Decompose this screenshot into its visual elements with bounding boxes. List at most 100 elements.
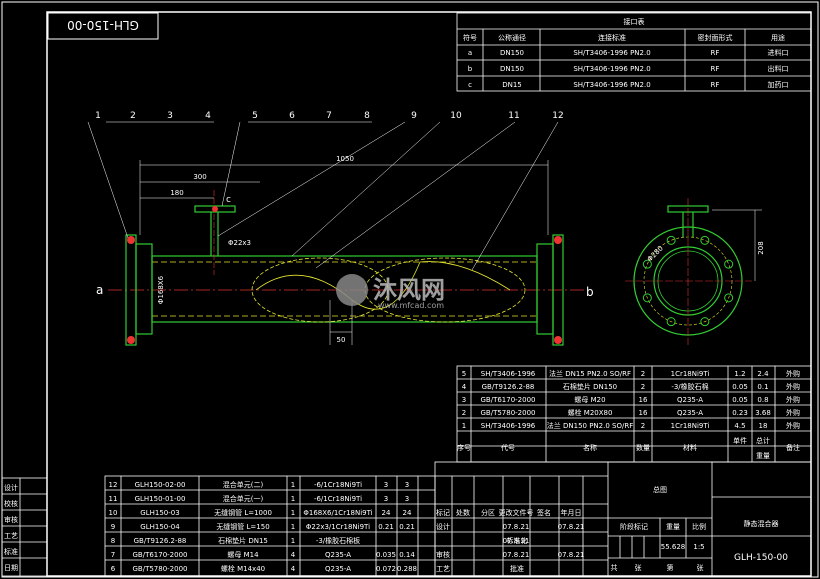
parts-upper-cell: SH/T3406-1996	[481, 370, 536, 378]
parts-header-cell: 单件	[733, 436, 747, 445]
nozzle-header-cell: 密封面形式	[698, 33, 733, 42]
balloon-6: 6	[289, 111, 295, 121]
balloon-leaders	[87, 121, 559, 271]
parts-lower-cell: 混合单元(一)	[223, 494, 264, 503]
parts-lower-cell: 8	[111, 537, 115, 545]
parts-header-cell: 序号	[457, 443, 471, 452]
parts-upper-cell: 外购	[786, 408, 800, 417]
parts-lower-cell: 螺栓 M14x40	[221, 564, 265, 573]
parts-upper-cell: 1Cr18Ni9Ti	[671, 370, 710, 378]
parts-lower-cell: Q235-A	[325, 551, 351, 559]
balloon-11: 11	[508, 111, 519, 121]
nozzle-table-cell: 加药口	[768, 80, 789, 89]
balloon-2: 2	[130, 111, 136, 121]
role-label: 设计	[436, 522, 450, 531]
parts-lower-cell: Q235-A	[325, 565, 351, 573]
balloon-12: 12	[552, 111, 563, 121]
parts-lower-cell: 3	[405, 481, 409, 489]
parts-upper-cell: 外购	[786, 395, 800, 404]
nozzle-header-cell: 符号	[463, 33, 477, 42]
signoff-date: 07.8.21	[558, 523, 585, 531]
parts-lower-cell: 12	[109, 481, 118, 489]
parts-header-cell: 备注	[786, 443, 800, 452]
balloon-9: 9	[411, 111, 417, 121]
parts-upper-cell: 外购	[786, 382, 800, 391]
balloon-3: 3	[167, 111, 173, 121]
parts-upper-cell: 石棉垫片 DN150	[563, 382, 617, 391]
title-stage-label: 阶段标记	[620, 522, 648, 531]
parts-lower-cell: GLH150-01-00	[135, 495, 186, 503]
parts-lower-cell: 0.14	[399, 551, 415, 559]
label-outlet: b	[586, 285, 594, 299]
parts-header-weight: 重量	[756, 452, 770, 460]
parts-header-cell: 数量	[636, 443, 650, 452]
dim-pipe-dia: Φ168X6	[157, 275, 165, 304]
nozzle-table-cell: SH/T3406-1996 PN2.0	[573, 49, 650, 57]
balloon-4: 4	[205, 111, 211, 121]
parts-lower-cell: 混合单元(二)	[223, 480, 264, 489]
parts-upper-cell: 螺母 M20	[574, 395, 605, 404]
dim-180: 180	[170, 189, 183, 197]
left-flange-bolt-bottom	[127, 336, 135, 344]
parts-upper-cell: 2	[641, 422, 645, 430]
parts-lower-cell: 0.288	[397, 565, 417, 573]
sheet-label: 第	[667, 563, 674, 572]
drawing-no-text: GLH-150-00	[67, 18, 139, 32]
nozzle-table-cell: a	[468, 49, 472, 57]
nozzle-header-cell: 公称通径	[498, 33, 526, 42]
nozzle-table-cell: SH/T3406-1996 PN2.0	[573, 81, 650, 89]
right-flange-bolt-bottom	[554, 336, 562, 344]
parts-lower-cell: 0.21	[378, 523, 394, 531]
parts-upper-cell: GB/T5780-2000	[480, 409, 535, 417]
dim-overall: 1050	[336, 155, 354, 163]
parts-lower-cell: 11	[109, 495, 118, 503]
left-stamp-label: 标准	[4, 547, 18, 556]
parts-lower-cell: -6/1Cr18Ni9Ti	[314, 481, 362, 489]
parts-upper-cell: 1	[462, 422, 466, 430]
parts-lower-cell: 4	[291, 551, 296, 559]
parts-lower-cell: Φ22x3/1Cr18Ni9Ti	[306, 523, 370, 531]
parts-lower-cell: 24	[403, 509, 412, 517]
parts-upper-cell: Q235-A	[677, 396, 703, 404]
parts-upper-cell: 16	[639, 409, 648, 417]
nozzle-table-cell: b	[468, 65, 473, 73]
main-view	[108, 160, 585, 346]
dim-300: 300	[193, 173, 206, 181]
parts-header-cell: 代号	[501, 443, 515, 452]
title-scale: 1:5	[693, 543, 704, 551]
parts-lower-cell: 无缝钢管 L=150	[216, 522, 269, 531]
title-name: 静态混合器	[744, 519, 779, 528]
parts-lower-cell: Φ168X6/1Cr18Ni9Ti	[303, 509, 372, 517]
nozzle-table-cell: c	[468, 81, 472, 89]
parts-upper-cell: Q235-A	[677, 409, 703, 417]
parts-upper-cell: 1.2	[734, 370, 745, 378]
left-stamp-label: 审核	[4, 515, 18, 524]
parts-upper-cell: 2	[641, 370, 645, 378]
parts-upper-cell: 外购	[786, 421, 800, 430]
title-proj: 总图	[653, 485, 667, 494]
nozzle-table-cell: 出料口	[768, 64, 789, 73]
label-nozzle: c	[226, 195, 231, 205]
balloon-7: 7	[326, 111, 332, 121]
parts-upper-cell: GB/T9126.2-88	[482, 383, 535, 391]
signoff-date: 07.8.21	[503, 523, 530, 531]
parts-lower-cell: 7	[111, 551, 115, 559]
parts-lower-cell: GB/T5780-2000	[132, 565, 187, 573]
parts-lower-cell: 9	[111, 523, 115, 531]
right-flange-hub	[536, 243, 554, 335]
nozzle-header-cell: 连接标准	[598, 33, 626, 42]
parts-upper-cell: 螺栓 M20X80	[568, 408, 613, 417]
nozzle-table-cell: DN150	[500, 65, 524, 73]
title-scale-label: 比例	[692, 522, 706, 531]
parts-upper-cell: 2	[641, 383, 645, 391]
nozzle-header-cell: 用途	[771, 33, 785, 42]
rev-row-label: 年月日	[561, 508, 582, 517]
parts-upper-cell: 法兰 DN15 PN2.0 SO/RF	[549, 369, 631, 378]
parts-lower-cell: 3	[384, 481, 388, 489]
watermark-logo-icon	[336, 274, 368, 306]
nozzle-table-cell: SH/T3406-1996 PN2.0	[573, 65, 650, 73]
left-flange-hub	[135, 243, 153, 335]
side-bolt-hole	[666, 235, 676, 245]
parts-upper-cell: 0.05	[732, 396, 748, 404]
parts-lower-cell: 1	[291, 523, 295, 531]
